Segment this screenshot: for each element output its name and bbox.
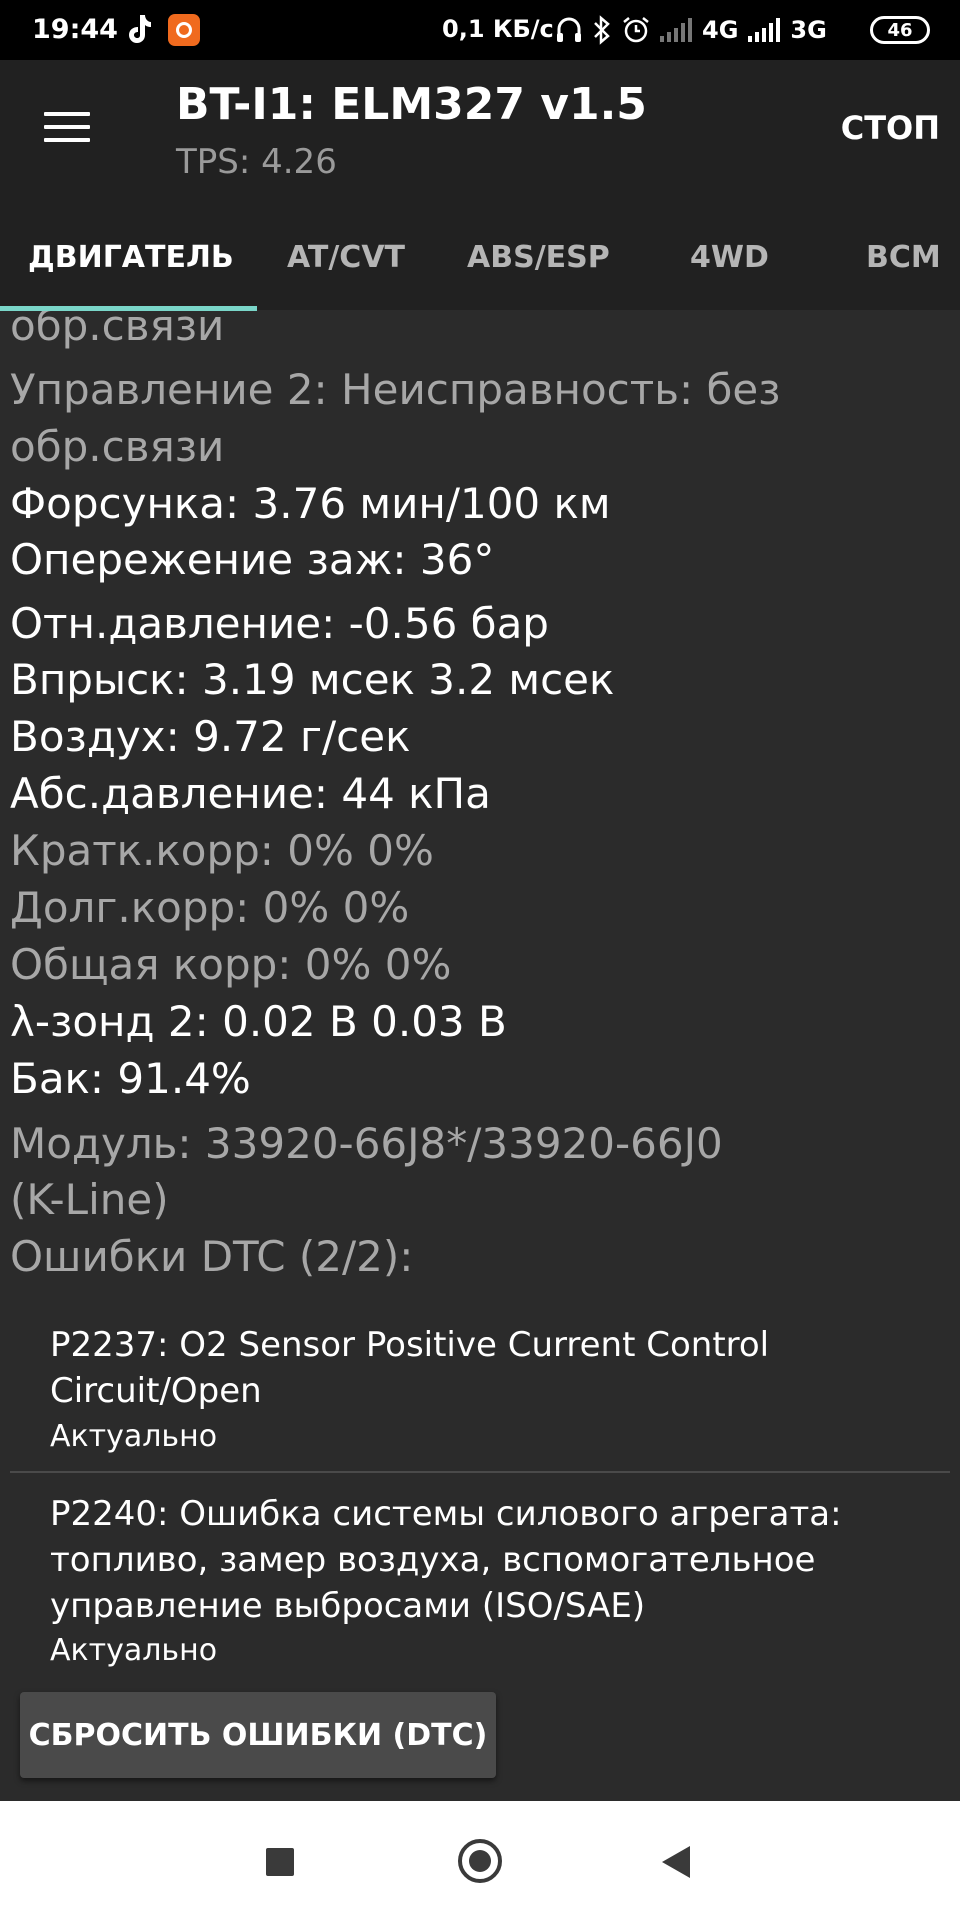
dtc-item-1-status: Актуально xyxy=(50,1419,218,1454)
status-bar: 19:44 0,1 КБ/с 4G 3G 46 xyxy=(0,0,960,60)
param-line: Абс.давление: 44 кПа xyxy=(10,769,491,818)
tiktok-icon xyxy=(129,15,151,43)
param-line: Кратк.корр: 0% 0% xyxy=(10,826,434,875)
dtc-item-2-line: управление выбросами (ISO/SAE) xyxy=(50,1586,646,1626)
engine-parameters[interactable]: обр.связи Управление 2: Неисправность: б… xyxy=(0,311,960,1801)
param-line: обр.связи xyxy=(10,422,225,471)
alarm-icon xyxy=(623,17,649,43)
battery-level: 46 xyxy=(887,19,913,41)
tab-4wd[interactable]: 4WD xyxy=(690,240,769,275)
module-line: (K-Line) xyxy=(10,1175,169,1224)
param-line: Воздух: 9.72 г/сек xyxy=(10,712,411,761)
stop-button[interactable]: СТОП xyxy=(841,109,940,147)
recents-icon[interactable] xyxy=(266,1848,294,1876)
module-line: Модуль: 33920-66J8*/33920-66J0 xyxy=(10,1119,723,1168)
navigation-bar xyxy=(0,1801,960,1920)
param-line: Общая корр: 0% 0% xyxy=(10,940,452,989)
network-type-1: 4G xyxy=(702,16,739,44)
signal-icon xyxy=(748,18,781,42)
dtc-item-1-line: Circuit/Open xyxy=(50,1371,262,1411)
tab-engine[interactable]: ДВИГАТЕЛЬ xyxy=(28,240,234,275)
param-line: Отн.давление: -0.56 бар xyxy=(10,599,549,648)
param-line: Опережение заж: 36° xyxy=(10,535,495,584)
tab-bcm[interactable]: BCM xyxy=(866,240,941,275)
param-line: λ-зонд 2: 0.02 В 0.03 В xyxy=(10,997,507,1046)
tab-abs-esp[interactable]: ABS/ESP xyxy=(467,240,610,275)
dtc-header: Ошибки DTC (2/2): xyxy=(10,1232,414,1281)
param-line: Долг.корр: 0% 0% xyxy=(10,883,410,932)
param-line: Бак: 91.4% xyxy=(10,1054,251,1103)
network-speed: 0,1 КБ/с xyxy=(442,15,554,43)
headphones-icon xyxy=(557,17,581,42)
battery-icon: 46 xyxy=(870,16,930,44)
divider xyxy=(10,1471,950,1473)
tab-bar: ДВИГАТЕЛЬ AT/CVT ABS/ESP 4WD BCM xyxy=(0,222,960,310)
app-notification-icon xyxy=(168,14,200,46)
back-icon[interactable] xyxy=(662,1846,690,1878)
network-type-2: 3G xyxy=(790,16,827,44)
tab-at-cvt[interactable]: AT/CVT xyxy=(287,240,405,275)
status-time: 19:44 xyxy=(32,14,118,45)
dtc-item-2-line: топливо, замер воздуха, вспомогательное xyxy=(50,1540,816,1580)
signal-icon xyxy=(660,18,692,42)
dtc-item-1-line: P2237: O2 Sensor Positive Current Contro… xyxy=(50,1325,770,1365)
param-line: Впрыск: 3.19 мсек 3.2 мсек xyxy=(10,655,615,704)
page-subtitle: TPS: 4.26 xyxy=(176,142,337,182)
home-icon[interactable] xyxy=(458,1839,502,1883)
dtc-item-2-line: P2240: Ошибка системы силового агрегата: xyxy=(50,1494,842,1534)
param-line: Форсунка: 3.76 мин/100 км xyxy=(10,479,611,528)
reset-dtc-button[interactable]: СБРОСИТЬ ОШИБКИ (DTC) xyxy=(20,1692,496,1778)
param-line: обр.связи xyxy=(10,311,225,350)
dtc-item-2-status: Актуально xyxy=(50,1633,218,1668)
screen: 19:44 0,1 КБ/с 4G 3G 46 BT-I1: ELM327 v1… xyxy=(0,0,960,1920)
bluetooth-icon xyxy=(594,15,610,45)
param-line: Управление 2: Неисправность: без xyxy=(10,365,781,414)
menu-icon[interactable] xyxy=(44,112,90,142)
page-title: BT-I1: ELM327 v1.5 xyxy=(176,79,647,130)
status-icons: 4G 3G xyxy=(556,14,827,46)
